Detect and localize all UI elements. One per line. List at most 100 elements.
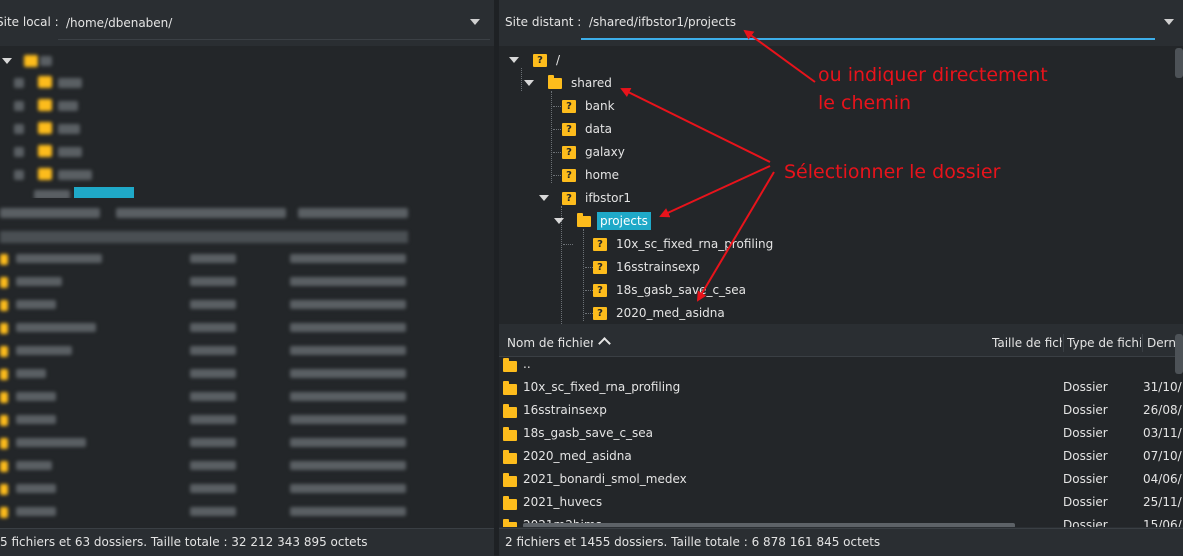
local-list-row-blurred <box>190 461 236 470</box>
question-folder-icon: ? <box>562 145 576 159</box>
local-list-folder-icon <box>0 507 8 518</box>
file-list-vertical-scrollbar[interactable] <box>1175 334 1183 374</box>
local-list-row-blurred <box>290 415 406 424</box>
remote-file-list[interactable]: Nom de fichier Taille de fichier Type de… <box>499 330 1183 527</box>
local-list-row-blurred <box>290 254 406 263</box>
remote-path-dropdown-icon[interactable] <box>1164 19 1174 25</box>
file-date: 31/10/ <box>1143 380 1182 394</box>
file-list-horizontal-scrollbar[interactable] <box>523 523 1015 527</box>
tree-item-home[interactable]: ? home <box>562 164 622 186</box>
local-list-row-blurred <box>290 369 406 378</box>
file-row[interactable]: 18s_gasb_save_c_sea Dossier 03/11/ <box>499 422 1183 445</box>
file-name: 2021_huvecs <box>523 495 603 509</box>
local-list-row-blurred <box>290 300 406 309</box>
local-list-folder-icon <box>0 300 8 311</box>
local-list-row-blurred <box>16 323 96 332</box>
tree-item-label: data <box>585 122 613 136</box>
expand-arrow-icon[interactable] <box>554 218 564 224</box>
local-tree-folder-icon <box>24 55 38 67</box>
question-folder-icon: ? <box>562 168 576 182</box>
tree-vertical-scrollbar[interactable] <box>1175 48 1183 78</box>
tree-item-data[interactable]: ? data <box>562 118 615 140</box>
local-list-row-blurred <box>16 300 56 309</box>
local-list-row-blurred <box>290 438 406 447</box>
local-list-row-blurred <box>290 277 406 286</box>
file-row[interactable]: 2021_bonardi_smol_medex Dossier 04/06/ <box>499 468 1183 491</box>
folder-icon <box>503 427 517 441</box>
local-tree-blurred-label <box>58 101 78 111</box>
local-path-dropdown-icon[interactable] <box>470 19 480 25</box>
local-list-row-blurred <box>190 254 236 263</box>
file-row[interactable]: 16sstrainsexp Dossier 26/08/ <box>499 399 1183 422</box>
file-date: 26/08/ <box>1143 403 1182 417</box>
tree-item-label: 16sstrainsexp <box>616 260 700 274</box>
tree-item-16s[interactable]: ? 16sstrainsexp <box>593 256 703 278</box>
tree-item-2020[interactable]: ? 2020_med_asidna <box>593 302 728 324</box>
folder-icon <box>503 496 517 510</box>
local-list-row-blurred <box>16 369 46 378</box>
file-row[interactable]: 2020_med_asidna Dossier 07/10/ <box>499 445 1183 468</box>
file-type: Dossier <box>1063 518 1108 527</box>
file-row-parent[interactable]: .. <box>499 353 1183 376</box>
folder-icon <box>548 74 562 89</box>
column-separator[interactable] <box>1142 334 1143 352</box>
tree-item-label-selected: projects <box>597 212 651 230</box>
local-tree-blurred-label <box>14 124 24 134</box>
tree-item-label: shared <box>571 76 612 90</box>
annotation-path-hint-line1: ou indiquer directement <box>818 64 1048 86</box>
local-tree-blurred-label <box>14 170 24 180</box>
local-site-pane: Site local : /home/dbenaben/ 5 fichiers … <box>0 0 494 556</box>
question-folder-icon: ? <box>533 53 547 67</box>
local-tree-folder-icon <box>38 76 52 88</box>
tree-item-galaxy[interactable]: ? galaxy <box>562 141 628 163</box>
remote-site-bar: Site distant : <box>499 0 1183 46</box>
file-date: 04/06/ <box>1143 472 1182 486</box>
local-path-input[interactable] <box>58 6 490 40</box>
local-tree-expand-icon[interactable] <box>2 58 12 64</box>
local-list-row-blurred <box>190 277 236 286</box>
tree-item-bank[interactable]: ? bank <box>562 95 618 117</box>
local-tree-folder-icon <box>38 145 52 157</box>
local-tree-blurred-label <box>14 78 24 88</box>
file-date: 15/06/ <box>1143 518 1182 527</box>
tree-item-10x[interactable]: ? 10x_sc_fixed_rna_profiling <box>593 233 776 255</box>
expand-arrow-icon[interactable] <box>509 57 519 63</box>
local-list-row-blurred <box>16 415 56 424</box>
local-list-row-blurred <box>16 484 56 493</box>
sort-ascending-icon[interactable] <box>598 337 611 350</box>
tree-item-root[interactable]: ? / <box>509 49 563 71</box>
folder-icon <box>577 212 591 227</box>
tree-item-label: galaxy <box>585 145 625 159</box>
file-row[interactable]: 10x_sc_fixed_rna_profiling Dossier 31/10… <box>499 376 1183 399</box>
local-tree-blurred-label <box>58 147 82 157</box>
tree-item-shared[interactable]: shared <box>524 72 615 94</box>
column-separator[interactable] <box>1063 334 1064 352</box>
tree-item-projects[interactable]: projects <box>554 210 651 232</box>
tree-item-18s[interactable]: ? 18s_gasb_save_c_sea <box>593 279 749 301</box>
folder-icon <box>503 450 517 464</box>
local-tree-blurred-label <box>14 101 24 111</box>
column-header-size[interactable]: Taille de fichier <box>992 336 1062 350</box>
tree-item-label: bank <box>585 99 615 113</box>
local-list-row-blurred <box>290 507 406 516</box>
tree-item-label: 2020_med_asidna <box>616 306 725 320</box>
tree-guide-line <box>583 229 584 321</box>
file-name: 18s_gasb_save_c_sea <box>523 426 654 440</box>
tree-item-label: ifbstor1 <box>585 191 632 205</box>
column-header-type[interactable]: Type de fichier <box>1067 336 1141 350</box>
remote-path-input[interactable] <box>581 6 1155 40</box>
local-file-list[interactable] <box>0 198 494 528</box>
file-row[interactable]: 2021_huvecs Dossier 25/11/ <box>499 491 1183 514</box>
expand-arrow-icon[interactable] <box>524 80 534 86</box>
local-list-row-blurred <box>190 438 236 447</box>
folder-icon <box>503 473 517 487</box>
local-site-bar: Site local : <box>0 0 494 46</box>
file-type: Dossier <box>1063 472 1108 486</box>
tree-item-ifbstor1[interactable]: ? ifbstor1 <box>539 187 634 209</box>
question-folder-icon: ? <box>562 122 576 136</box>
file-date: 25/11/ <box>1143 495 1182 509</box>
expand-arrow-icon[interactable] <box>539 195 549 201</box>
local-list-row-blurred <box>190 484 236 493</box>
column-header-name[interactable]: Nom de fichier <box>507 336 593 350</box>
local-list-folder-icon <box>0 369 8 380</box>
